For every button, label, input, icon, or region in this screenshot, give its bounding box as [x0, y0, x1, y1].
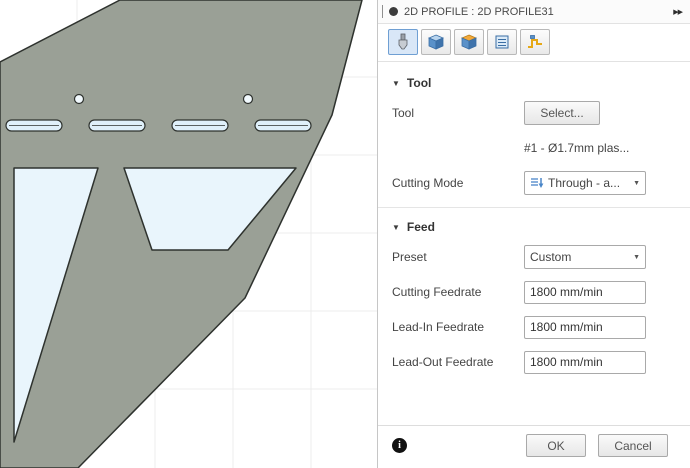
dropdown-arrow-icon: ▼ [633, 179, 640, 187]
model-viewport[interactable] [0, 0, 377, 468]
operation-dialog: 2D PROFILE : 2D PROFILE31 ▶▶ ▼ Tool Tool… [377, 0, 690, 468]
tab-heights[interactable] [454, 29, 484, 55]
tool-description: #1 - Ø1.7mm plas... [524, 141, 630, 155]
viewport-canvas[interactable] [0, 0, 377, 468]
tab-linking[interactable] [520, 29, 550, 55]
hole[interactable] [242, 93, 254, 105]
lead-in-feedrate-input[interactable] [524, 315, 646, 339]
heights-tab-icon [460, 34, 478, 50]
preset-label: Preset [392, 250, 427, 264]
section-title: Tool [406, 76, 432, 90]
dialog-title: 2D PROFILE : 2D PROFILE31 [404, 5, 554, 18]
tab-bar [378, 24, 690, 62]
section-header-tool[interactable]: ▼ Tool [392, 76, 676, 90]
cutting-feedrate-row: Cutting Feedrate [392, 280, 676, 304]
cancel-button[interactable]: Cancel [598, 434, 668, 457]
dialog-header: 2D PROFILE : 2D PROFILE31 ▶▶ [378, 0, 690, 24]
tab-geometry[interactable] [421, 29, 451, 55]
lead-out-feedrate-row: Lead-Out Feedrate [392, 350, 676, 374]
section-divider [378, 207, 690, 208]
passes-tab-icon [495, 35, 509, 49]
tool-row: Tool Select... [392, 101, 676, 125]
tool-info-row: #1 - Ø1.7mm plas... [392, 136, 676, 160]
preset-select[interactable]: Custom ▼ [524, 245, 646, 269]
operation-icon [389, 7, 398, 16]
section-collapse-icon: ▼ [392, 222, 400, 232]
preset-value: Custom [530, 250, 572, 264]
collapse-panel-icon[interactable]: ▶▶ [673, 8, 683, 16]
through-cut-icon [530, 176, 544, 190]
section-header-feed[interactable]: ▼ Feed [392, 220, 676, 234]
cutting-mode-select[interactable]: Through - a... ▼ [524, 171, 646, 195]
cutting-feedrate-input[interactable] [524, 280, 646, 304]
lead-out-feedrate-label: Lead-Out Feedrate [392, 355, 494, 369]
lead-in-feedrate-label: Lead-In Feedrate [392, 320, 485, 334]
linking-tab-icon [528, 35, 542, 48]
tab-tool[interactable] [388, 29, 418, 55]
info-icon[interactable]: i [392, 438, 407, 453]
cutting-feedrate-label: Cutting Feedrate [392, 285, 482, 299]
cam-application-window: 2D PROFILE : 2D PROFILE31 ▶▶ ▼ Tool Tool… [0, 0, 690, 468]
preset-row: Preset Custom ▼ [392, 245, 676, 269]
dialog-content: ▼ Tool Tool Select... #1 - Ø1.7mm plas..… [378, 62, 690, 425]
tool-tab-icon [398, 33, 408, 50]
tool-label: Tool [392, 106, 415, 120]
lead-out-feedrate-input[interactable] [524, 350, 646, 374]
cutting-mode-row: Cutting Mode Through - a... ▼ [392, 171, 676, 195]
lead-in-feedrate-row: Lead-In Feedrate [392, 315, 676, 339]
tab-passes[interactable] [487, 29, 517, 55]
geometry-tab-icon [427, 34, 445, 50]
dialog-footer: i OK Cancel [378, 425, 690, 468]
hole[interactable] [73, 93, 85, 105]
tool-select-button[interactable]: Select... [524, 101, 600, 125]
ok-button[interactable]: OK [526, 434, 586, 457]
section-collapse-icon: ▼ [392, 78, 400, 88]
drag-grip-icon[interactable] [382, 5, 383, 18]
cutting-mode-label: Cutting Mode [392, 176, 464, 190]
section-title: Feed [406, 220, 435, 234]
dropdown-arrow-icon: ▼ [633, 253, 640, 261]
cutting-mode-value: Through - a... [548, 176, 621, 190]
